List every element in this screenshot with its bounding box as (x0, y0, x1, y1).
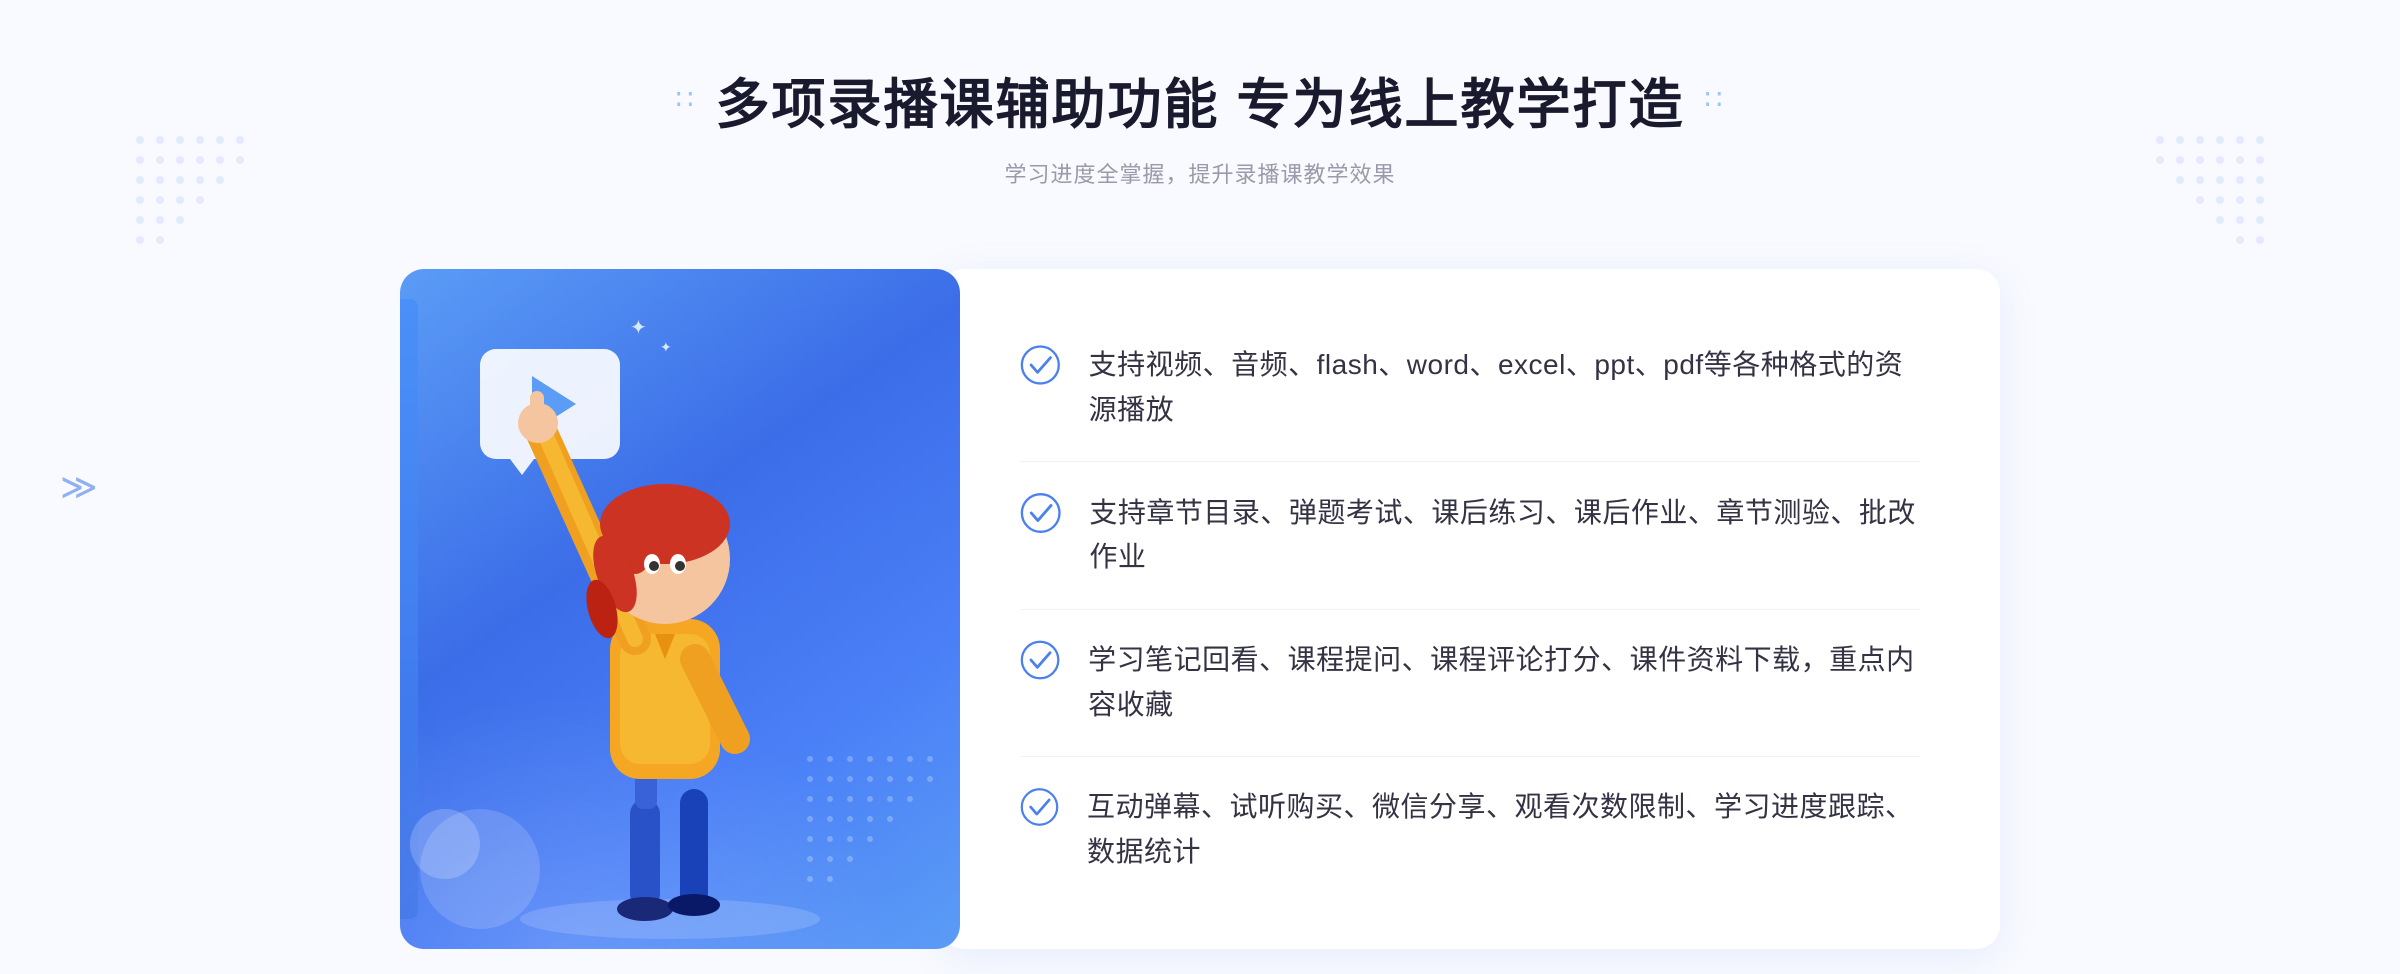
check-icon-4 (1020, 785, 1059, 829)
check-icon-3 (1020, 638, 1060, 682)
sparkle-decoration: ✦ (630, 315, 647, 340)
title-row: ∷ 多项录播课辅助功能 专为线上教学打造 ∷ (676, 60, 1725, 139)
feature-text-2: 支持章节目录、弹题考试、课后练习、课后作业、章节测验、批改作业 (1089, 491, 1920, 581)
title-dots-left: ∷ (676, 83, 696, 116)
illustration-inner: ✦ ✦ (400, 269, 960, 949)
content-area: ✦ ✦ (400, 249, 2000, 949)
left-chevron-decoration: ≫ (60, 466, 98, 508)
page-container: ≫ ∷ 多项录播课辅助功能 专为线上教学打造 ∷ 学习进度全掌握，提升录播课教学… (0, 0, 2400, 974)
divider-1 (1020, 461, 1920, 462)
check-icon-2 (1020, 491, 1061, 535)
page-title: 多项录播课辅助功能 专为线上教学打造 (715, 60, 1684, 139)
page-subtitle: 学习进度全掌握，提升录播课教学效果 (1004, 157, 1395, 189)
feature-text-1: 支持视频、音频、flash、word、excel、ppt、pdf等各种格式的资源… (1089, 343, 1920, 433)
feature-item-2: 支持章节目录、弹题考试、课后练习、课后作业、章节测验、批改作业 (1020, 471, 1920, 601)
person-illustration (480, 349, 860, 949)
title-dots-right: ∷ (1705, 83, 1725, 116)
check-icon-1 (1020, 343, 1061, 387)
divider-3 (1020, 756, 1920, 757)
feature-item-1: 支持视频、音频、flash、word、excel、ppt、pdf等各种格式的资源… (1020, 323, 1920, 453)
feature-text-4: 互动弹幕、试听购买、微信分享、观看次数限制、学习进度跟踪、数据统计 (1087, 785, 1920, 875)
feature-item-4: 互动弹幕、试听购买、微信分享、观看次数限制、学习进度跟踪、数据统计 (1020, 765, 1920, 895)
feature-item-3: 学习笔记回看、课程提问、课程评论打分、课件资料下载，重点内容收藏 (1020, 618, 1920, 748)
illustration-card: ✦ ✦ (400, 269, 960, 949)
header-section: ∷ 多项录播课辅助功能 专为线上教学打造 ∷ 学习进度全掌握，提升录播课教学效果 (0, 0, 2400, 189)
features-panel: 支持视频、音频、flash、word、excel、ppt、pdf等各种格式的资源… (940, 269, 2000, 949)
divider-2 (1020, 609, 1920, 610)
feature-text-3: 学习笔记回看、课程提问、课程评论打分、课件资料下载，重点内容收藏 (1088, 638, 1920, 728)
